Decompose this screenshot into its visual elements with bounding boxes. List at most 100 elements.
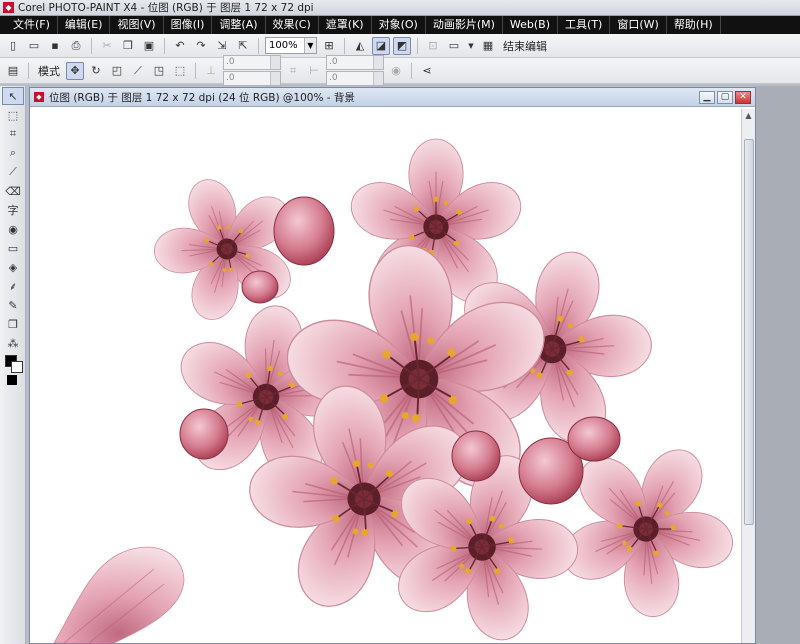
menu-edit[interactable]: 编辑(E)	[58, 16, 111, 34]
scale-mode-icon[interactable]: ◰	[108, 62, 126, 80]
pick-tool-icon[interactable]: ↖	[2, 87, 24, 105]
menu-adjust[interactable]: 调整(A)	[212, 16, 266, 34]
size-w-field[interactable]: .0	[326, 55, 384, 70]
position-fields: .0 .0	[223, 55, 281, 86]
clone-tool-icon[interactable]: ❐	[2, 315, 24, 333]
separator	[91, 37, 92, 54]
menu-view[interactable]: 视图(V)	[110, 16, 164, 34]
launcher-icon[interactable]: ◭	[351, 37, 369, 55]
view-mode-icon[interactable]: ◪	[372, 36, 390, 55]
open-folder-icon[interactable]: ▭	[25, 37, 43, 55]
document-title-bar[interactable]: ◆ 位图 (RGB) 于 图层 1 72 x 72 dpi (24 位 RGB)…	[30, 88, 755, 107]
color-swatches[interactable]	[2, 353, 24, 387]
export-icon[interactable]: ⇱	[234, 37, 252, 55]
menu-object[interactable]: 对象(O)	[372, 16, 426, 34]
size-h-field[interactable]: .0	[326, 71, 384, 86]
move-mode-icon[interactable]: ✥	[66, 61, 84, 80]
menu-tools[interactable]: 工具(T)	[558, 16, 611, 34]
menu-web[interactable]: Web(B)	[503, 16, 559, 34]
fill-tool-icon[interactable]: ◈	[2, 258, 24, 276]
tool-options-icon[interactable]: ▤	[4, 62, 22, 80]
import-icon[interactable]: ⇲	[213, 37, 231, 55]
undo-icon[interactable]: ↶	[171, 37, 189, 55]
menu-window[interactable]: 窗口(W)	[610, 16, 667, 34]
paper-color-swatch[interactable]	[7, 375, 17, 385]
minimize-icon[interactable]: ▁	[699, 90, 715, 104]
document-window: ◆ 位图 (RGB) 于 图层 1 72 x 72 dpi (24 位 RGB)…	[29, 87, 756, 644]
fallen-petal	[53, 546, 185, 643]
image-sprayer-icon[interactable]: ⁂	[2, 334, 24, 352]
eraser-tool-icon[interactable]: ⌫	[2, 182, 24, 200]
copy-icon[interactable]: ❐	[119, 37, 137, 55]
maximize-icon[interactable]: ▢	[717, 90, 733, 104]
position-x-icon: ⊥	[206, 64, 216, 77]
vertical-scrollbar[interactable]: ▲	[741, 109, 755, 643]
menu-bar: 文件(F) 编辑(E) 视图(V) 图像(I) 调整(A) 效果(C) 遮罩(K…	[0, 16, 800, 34]
position-x-field[interactable]: .0	[223, 55, 281, 70]
eyedropper-tool-icon[interactable]: ⟋	[2, 163, 24, 181]
menu-effects[interactable]: 效果(C)	[266, 16, 319, 34]
rectangle-mask-tool-icon[interactable]: ⬚	[2, 106, 24, 124]
effect-tool-icon[interactable]: ✎	[2, 296, 24, 314]
document-icon: ◆	[34, 92, 44, 102]
monitor-icon[interactable]: ▭	[445, 37, 463, 55]
perspective-mode-icon[interactable]: ⬚	[171, 62, 189, 80]
toolbox: ↖ ⬚ ⌗ ⌕ ⟋ ⌫ 字 ◉ ▭ ◈ ⸙ ✎ ❐ ⁂	[0, 86, 26, 644]
shape-tool-icon[interactable]: ▭	[2, 239, 24, 257]
apply-icon[interactable]: ◉	[387, 62, 405, 80]
menu-mask[interactable]: 遮罩(K)	[319, 16, 372, 34]
lock-icon[interactable]: ⌗	[284, 62, 302, 80]
chevron-down-icon[interactable]: ▼	[466, 37, 476, 55]
rotate-mode-icon[interactable]: ↻	[87, 62, 105, 80]
zoom-tool-icon[interactable]: ⌕	[2, 144, 24, 162]
standard-toolbar: ▯ ▭ ▪ ⎙ ✂ ❐ ▣ ↶ ↷ ⇲ ⇱ 100% ▼ ⊞ ◭ ◪ ◩ ⊡ ▭…	[0, 34, 800, 58]
paste-icon[interactable]: ▣	[140, 37, 158, 55]
close-icon[interactable]: ✕	[735, 90, 751, 104]
print-icon[interactable]: ⎙	[67, 37, 85, 55]
app-icon: ◆	[3, 2, 14, 13]
chevron-down-icon[interactable]: ▼	[304, 38, 316, 53]
grid-icon[interactable]: ⊡	[424, 37, 442, 55]
window-controls: ▁ ▢ ✕	[699, 90, 755, 104]
crop-tool-icon[interactable]: ⌗	[2, 125, 24, 143]
document-title: 位图 (RGB) 于 图层 1 72 x 72 dpi (24 位 RGB) @…	[49, 91, 355, 104]
position-y-field[interactable]: .0	[223, 71, 281, 86]
object-mode-icon[interactable]: ◩	[393, 36, 411, 55]
finish-edit-icon[interactable]: ▦	[479, 37, 497, 55]
mode-label: 模式	[38, 64, 60, 78]
reset-icon[interactable]: ⋖	[418, 62, 436, 80]
image-canvas[interactable]	[34, 109, 741, 643]
red-eye-tool-icon[interactable]: ◉	[2, 220, 24, 238]
end-edit-button[interactable]: 结束编辑	[500, 38, 550, 54]
size-fields: .0 .0	[326, 55, 384, 86]
window-title: Corel PHOTO-PAINT X4 - 位图 (RGB) 于 图层 1 7…	[18, 2, 314, 14]
distort-mode-icon[interactable]: ◳	[150, 62, 168, 80]
zoom-combo[interactable]: 100% ▼	[265, 37, 317, 54]
size-icon: ⊢	[309, 64, 319, 77]
menu-file[interactable]: 文件(F)	[6, 16, 58, 34]
redo-icon[interactable]: ↷	[192, 37, 210, 55]
scroll-up-icon[interactable]: ▲	[742, 109, 755, 123]
property-bar: ▤ 模式 ✥ ↻ ◰ ⟋ ◳ ⬚ ⊥ .0 .0 ⌗ ⊢ .0 .0 ◉ ⋖	[0, 55, 800, 86]
menu-movie[interactable]: 动画影片(M)	[426, 16, 503, 34]
menu-image[interactable]: 图像(I)	[164, 16, 213, 34]
save-icon[interactable]: ▪	[46, 37, 64, 55]
workspace-background	[756, 86, 800, 644]
brush-tool-icon[interactable]: ⸙	[2, 277, 24, 295]
title-bar: ◆ Corel PHOTO-PAINT X4 - 位图 (RGB) 于 图层 1…	[0, 0, 800, 16]
zoom-fit-icon[interactable]: ⊞	[320, 37, 338, 55]
zoom-value: 100%	[269, 40, 298, 51]
separator	[417, 37, 418, 54]
cherry-blossom-image	[53, 109, 741, 643]
text-tool-icon[interactable]: 字	[2, 201, 24, 219]
new-file-icon[interactable]: ▯	[4, 37, 22, 55]
separator	[28, 62, 29, 79]
cut-icon[interactable]: ✂	[98, 37, 116, 55]
separator	[195, 62, 196, 79]
separator	[344, 37, 345, 54]
skew-mode-icon[interactable]: ⟋	[129, 62, 147, 80]
background-color-swatch[interactable]	[11, 361, 23, 373]
menu-help[interactable]: 帮助(H)	[667, 16, 721, 34]
separator	[258, 37, 259, 54]
scroll-thumb[interactable]	[744, 139, 754, 525]
